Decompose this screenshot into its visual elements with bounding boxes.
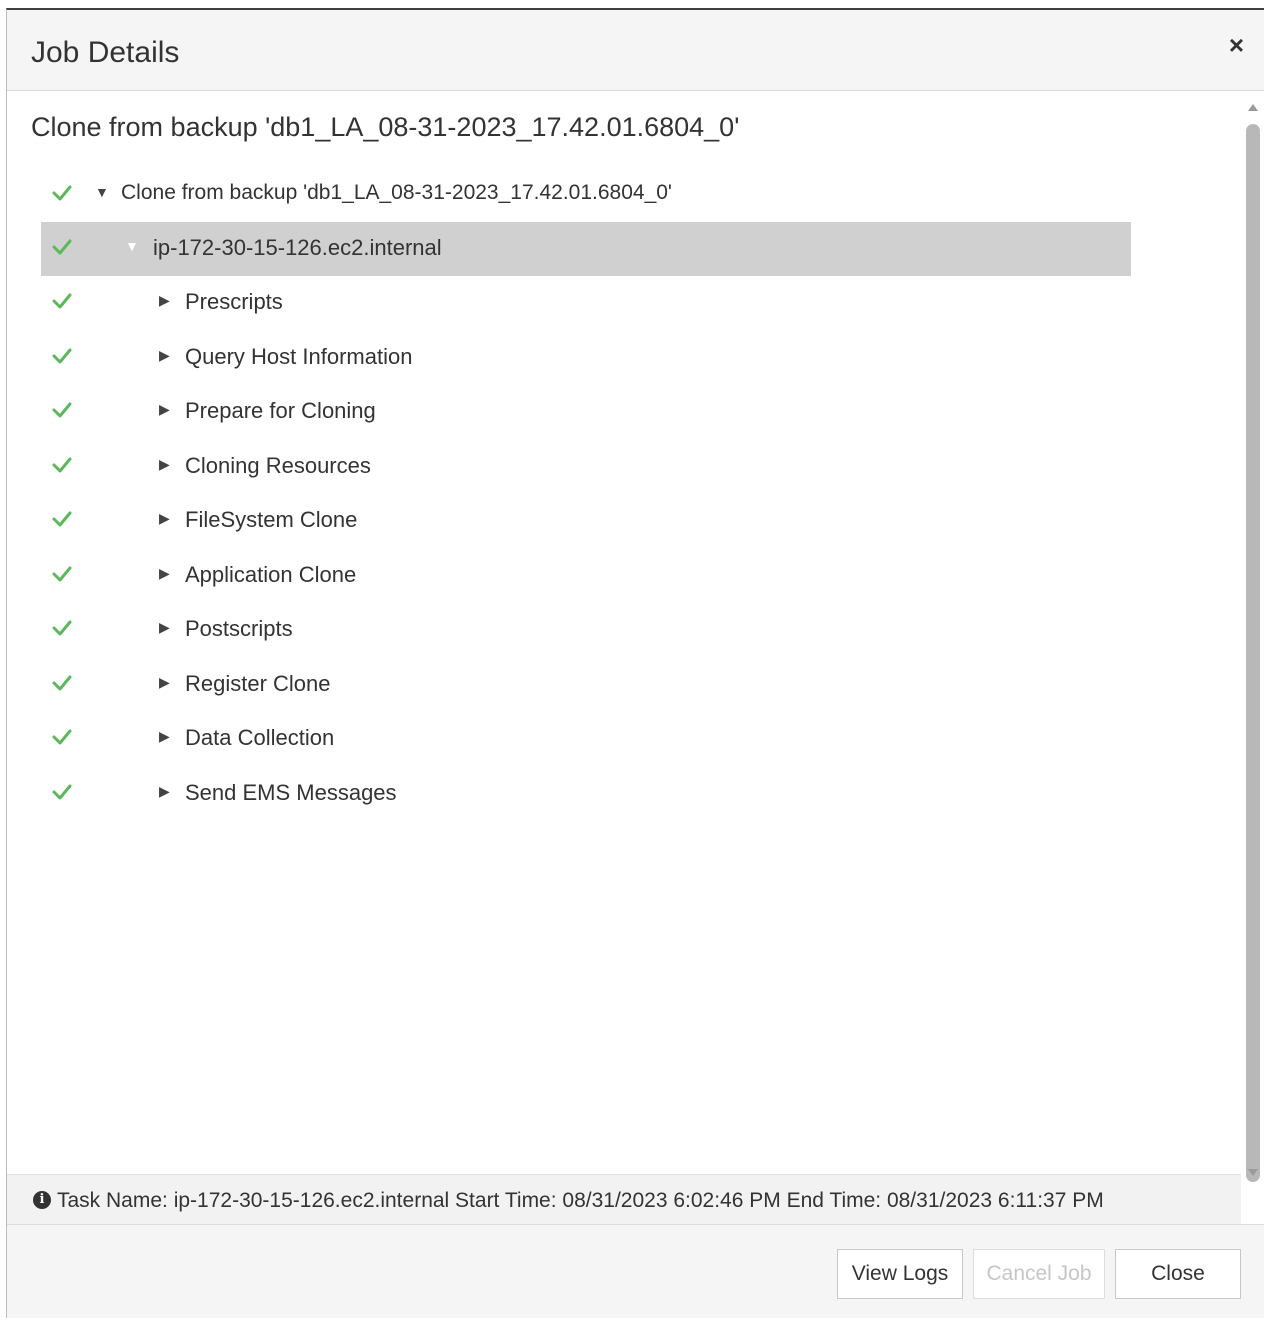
tree-row-step[interactable]: ▶ Application Clone [41, 549, 1131, 603]
check-icon [52, 675, 72, 690]
caret-right-icon[interactable]: ▶ [159, 292, 170, 309]
caret-right-icon[interactable]: ▶ [159, 510, 170, 527]
task-status-bar: i Task Name: ip-172-30-15-126.ec2.intern… [7, 1174, 1241, 1225]
task-status-text: Task Name: ip-172-30-15-126.ec2.internal… [57, 1189, 1104, 1212]
tree-row-label: Prepare for Cloning [185, 398, 376, 423]
tree-row-step[interactable]: ▶ Query Host Information [41, 331, 1131, 385]
tree-row-step[interactable]: ▶ Register Clone [41, 658, 1131, 712]
tree-row-step[interactable]: ▶ Prescripts [41, 276, 1131, 330]
tree-row-label: Clone from backup 'db1_LA_08-31-2023_17.… [121, 181, 672, 204]
caret-right-icon[interactable]: ▶ [159, 674, 170, 691]
tree-row-step[interactable]: ▶ Prepare for Cloning [41, 385, 1131, 439]
caret-right-icon[interactable]: ▶ [159, 456, 170, 473]
check-icon [52, 784, 72, 799]
info-circle-icon: i [33, 1191, 51, 1209]
tree-row-step[interactable]: ▶ Send EMS Messages [41, 767, 1131, 821]
vertical-scrollbar[interactable] [1240, 90, 1264, 1182]
check-icon [52, 293, 72, 309]
check-icon [52, 348, 72, 363]
caret-right-icon[interactable]: ▶ [159, 783, 170, 800]
dialog-header: Job Details × [7, 10, 1264, 91]
job-heading: Clone from backup 'db1_LA_08-31-2023_17.… [31, 112, 740, 142]
caret-right-icon[interactable]: ▶ [159, 565, 170, 582]
caret-down-icon[interactable]: ▼ [125, 238, 139, 254]
close-button[interactable]: Close [1115, 1249, 1241, 1299]
tree-row-step[interactable]: ▶ Cloning Resources [41, 440, 1131, 494]
tree-row-label: Query Host Information [185, 343, 413, 369]
tree-row-host[interactable]: ▼ ip-172-30-15-126.ec2.internal [41, 222, 1131, 276]
job-tree-panel: Clone from backup 'db1_LA_08-31-2023_17.… [7, 90, 1241, 1174]
check-icon [52, 402, 72, 418]
close-icon[interactable]: × [1229, 32, 1244, 58]
tree-row-label: Cloning Resources [185, 452, 371, 478]
tree-row-label: Register Clone [185, 670, 331, 696]
caret-right-icon[interactable]: ▶ [159, 619, 170, 636]
tree-row-label: Send EMS Messages [185, 779, 397, 805]
check-icon [52, 620, 72, 636]
cancel-job-button[interactable]: Cancel Job [973, 1249, 1105, 1299]
tree-row-label: FileSystem Clone [185, 507, 358, 532]
tree-row-label: Data Collection [185, 725, 335, 750]
scroll-up-icon[interactable] [1248, 104, 1258, 111]
tree-row-label: Prescripts [185, 289, 283, 314]
scrollbar-thumb[interactable] [1246, 124, 1260, 1182]
tree-row-label: Postscripts [185, 616, 293, 641]
check-icon [52, 239, 72, 255]
job-details-dialog: Job Details × Clone from backup 'db1_LA_… [6, 8, 1264, 1318]
caret-right-icon[interactable]: ▶ [159, 728, 170, 745]
tree-row-step[interactable]: ▶ FileSystem Clone [41, 494, 1131, 548]
caret-down-icon[interactable]: ▼ [95, 184, 109, 200]
check-icon [52, 457, 72, 472]
check-icon [52, 566, 72, 581]
tree-row-label: Application Clone [185, 561, 357, 587]
dialog-title: Job Details [31, 36, 180, 69]
caret-right-icon[interactable]: ▶ [159, 401, 170, 418]
caret-right-icon[interactable]: ▶ [159, 347, 170, 364]
dialog-footer: View Logs Cancel Job Close [7, 1224, 1264, 1318]
tree-row-step[interactable]: ▶ Postscripts [41, 603, 1131, 657]
check-icon [52, 511, 72, 527]
tree-row-step[interactable]: ▶ Data Collection [41, 712, 1131, 766]
scroll-down-icon[interactable] [1248, 1169, 1258, 1176]
view-logs-button[interactable]: View Logs [837, 1249, 963, 1299]
check-icon [52, 185, 72, 201]
tree-row-label: ip-172-30-15-126.ec2.internal [153, 235, 442, 260]
check-icon [52, 729, 72, 745]
tree-row-root[interactable]: ▼ Clone from backup 'db1_LA_08-31-2023_1… [41, 168, 1131, 222]
